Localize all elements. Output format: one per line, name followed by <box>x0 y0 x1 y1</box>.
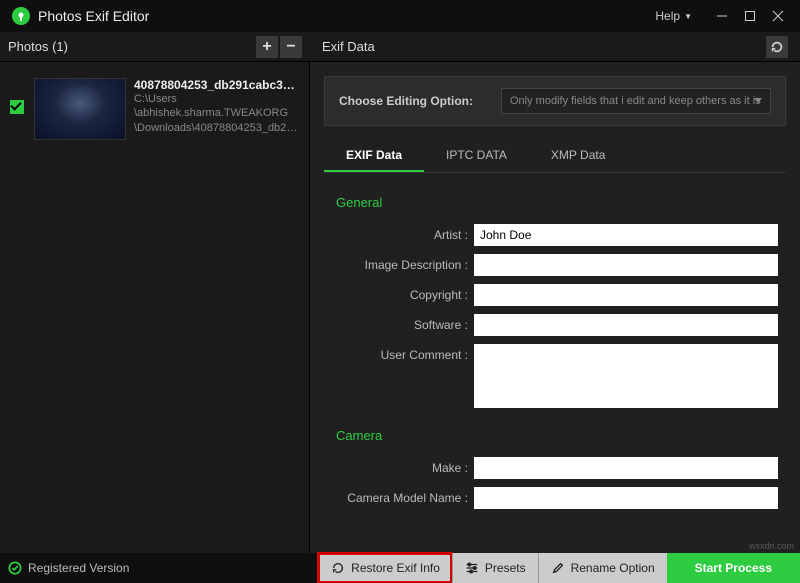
restore-icon <box>331 561 345 575</box>
registered-label: Registered Version <box>28 561 129 575</box>
help-menu[interactable]: Help ▼ <box>655 9 692 23</box>
copyright-input[interactable] <box>474 284 778 306</box>
tab-iptc[interactable]: IPTC DATA <box>424 140 529 172</box>
artist-label: Artist : <box>332 228 474 242</box>
restore-exif-label: Restore Exif Info <box>351 561 440 575</box>
model-input[interactable] <box>474 487 778 509</box>
start-process-label: Start Process <box>695 561 772 575</box>
software-input[interactable] <box>474 314 778 336</box>
model-label: Camera Model Name : <box>332 491 474 505</box>
photo-list-item[interactable]: 40878804253_db291cabc3_o.png C:\Users \a… <box>6 72 303 146</box>
presets-button[interactable]: Presets <box>452 553 538 583</box>
app-logo-icon <box>12 7 30 25</box>
main-area: 40878804253_db291cabc3_o.png C:\Users \a… <box>0 62 800 553</box>
close-button[interactable] <box>764 2 792 30</box>
chevron-down-icon <box>754 98 762 103</box>
check-circle-icon <box>8 561 22 575</box>
photo-meta: 40878804253_db291cabc3_o.png C:\Users \a… <box>134 78 299 140</box>
copyright-label: Copyright : <box>332 288 474 302</box>
edit-option-label: Choose Editing Option: <box>339 94 473 108</box>
edit-option-selected: Only modify fields that i edit and keep … <box>510 95 761 107</box>
form-area[interactable]: General Artist : Image Description : Cop… <box>324 173 786 553</box>
edit-option-select[interactable]: Only modify fields that i edit and keep … <box>501 88 771 114</box>
tab-xmp[interactable]: XMP Data <box>529 140 627 172</box>
rename-label: Rename Option <box>571 561 655 575</box>
photos-count-label: Photos (1) <box>8 39 68 54</box>
exif-data-label: Exif Data <box>322 39 375 54</box>
photo-list-panel: 40878804253_db291cabc3_o.png C:\Users \a… <box>0 62 310 553</box>
app-title: Photos Exif Editor <box>38 8 149 24</box>
photo-path-1: C:\Users <box>134 92 299 106</box>
remove-photo-button[interactable]: − <box>280 36 302 58</box>
section-camera-title: Camera <box>336 428 778 443</box>
software-label: Software : <box>332 318 474 332</box>
exif-panel: Choose Editing Option: Only modify field… <box>310 62 800 553</box>
registered-status: Registered Version <box>8 561 129 575</box>
help-label: Help <box>655 9 680 23</box>
refresh-button[interactable] <box>766 36 788 58</box>
subheader: Photos (1) + − Exif Data <box>0 32 800 62</box>
image-desc-label: Image Description : <box>332 258 474 272</box>
photo-path-3: \Downloads\40878804253_db291ca... <box>134 121 299 135</box>
image-desc-input[interactable] <box>474 254 778 276</box>
sliders-icon <box>465 561 479 575</box>
minimize-button[interactable] <box>708 2 736 30</box>
tabs: EXIF Data IPTC DATA XMP Data <box>324 140 786 173</box>
start-process-button[interactable]: Start Process <box>667 553 800 583</box>
presets-label: Presets <box>485 561 526 575</box>
user-comment-input[interactable] <box>474 344 778 408</box>
photo-checkbox[interactable] <box>10 100 24 114</box>
photo-path-2: \abhishek.sharma.TWEAKORG <box>134 106 299 120</box>
rename-option-button[interactable]: Rename Option <box>538 553 667 583</box>
titlebar: Photos Exif Editor Help ▼ <box>0 0 800 32</box>
watermark: wsxdn.com <box>749 541 794 551</box>
photo-thumbnail <box>34 78 126 140</box>
pencil-icon <box>551 561 565 575</box>
footer: Registered Version Restore Exif Info Pre… <box>0 553 800 583</box>
make-input[interactable] <box>474 457 778 479</box>
edit-option-bar: Choose Editing Option: Only modify field… <box>324 76 786 126</box>
maximize-button[interactable] <box>736 2 764 30</box>
restore-exif-button[interactable]: Restore Exif Info <box>318 553 452 583</box>
chevron-down-icon: ▼ <box>684 12 692 21</box>
tab-exif[interactable]: EXIF Data <box>324 140 424 172</box>
section-general-title: General <box>336 195 778 210</box>
user-comment-label: User Comment : <box>332 344 474 362</box>
add-photo-button[interactable]: + <box>256 36 278 58</box>
make-label: Make : <box>332 461 474 475</box>
photo-filename: 40878804253_db291cabc3_o.png <box>134 78 299 92</box>
artist-input[interactable] <box>474 224 778 246</box>
